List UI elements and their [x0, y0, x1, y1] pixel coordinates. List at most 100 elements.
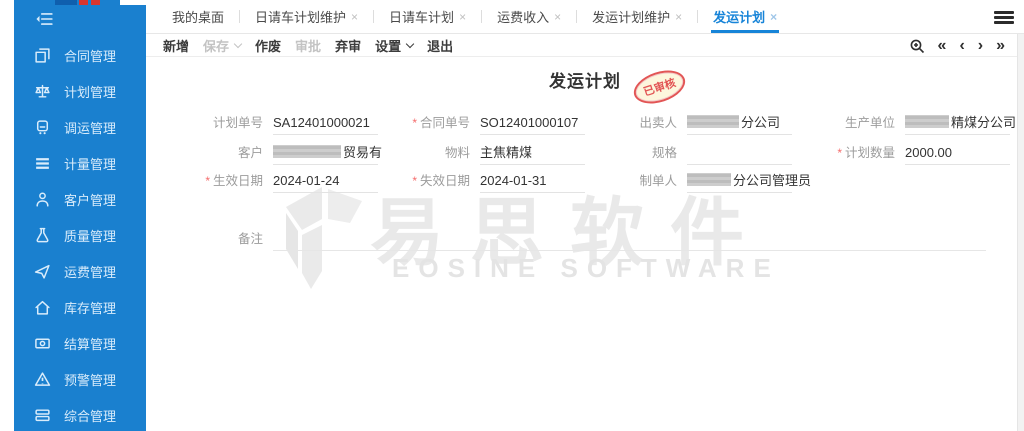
next-record-icon[interactable]: › — [978, 38, 983, 54]
redacted-text — [687, 173, 731, 186]
remark-input[interactable] — [263, 224, 1020, 254]
sidebar-item-label: 质量管理 — [64, 226, 116, 245]
required-asterisk: * — [205, 174, 210, 188]
field-label: 出卖人 — [610, 108, 677, 138]
tab-separator — [239, 10, 240, 23]
field-input[interactable]: 主焦精煤 — [470, 138, 610, 168]
field-input[interactable]: 2024-01-31 — [470, 166, 610, 196]
field-input[interactable]: 精煤分公司 — [895, 108, 1017, 138]
sidebar-item-label: 库存管理 — [64, 298, 116, 317]
tab-close-icon[interactable]: × — [459, 11, 466, 23]
tab-separator — [481, 10, 482, 23]
field-input[interactable]: 2024-01-24 — [263, 166, 380, 196]
stack-icon — [34, 407, 51, 424]
hamburger-menu-icon[interactable] — [994, 11, 1014, 24]
toolbar: 新增保存作废审批弃审设置退出 « ‹ › » — [146, 34, 1024, 57]
watermark: 易思软件 EOSINE SOFTWARE — [278, 177, 838, 357]
tab-close-icon[interactable]: × — [675, 11, 682, 23]
list-icon — [34, 155, 51, 172]
tab-label: 日请车计划维护 — [255, 7, 346, 26]
sidebar-item-dispatch[interactable]: 调运管理 — [14, 109, 146, 145]
sidebar-item-plan[interactable]: 计划管理 — [14, 73, 146, 109]
tab-close-icon[interactable]: × — [770, 11, 777, 23]
sidebar-item-contract[interactable]: 合同管理 — [14, 37, 146, 73]
tab-5[interactable]: 发运计划维护× — [590, 0, 684, 33]
field-label: *计划数量 — [790, 138, 895, 168]
home-icon — [34, 299, 51, 316]
sidebar-item-settlement[interactable]: 结算管理 — [14, 325, 146, 361]
tab-6[interactable]: 发运计划 × — [711, 0, 779, 33]
chevron-down-icon — [406, 39, 414, 47]
banknote-icon — [34, 335, 51, 352]
watermark-en-text: EOSINE SOFTWARE — [392, 253, 780, 284]
sidebar-item-inventory[interactable]: 库存管理 — [14, 289, 146, 325]
prev-record-icon[interactable]: ‹ — [959, 38, 964, 54]
chevron-down-icon — [234, 39, 242, 47]
tab-label: 运费收入 — [497, 7, 549, 26]
train-icon — [34, 119, 51, 136]
tab-close-icon[interactable]: × — [351, 11, 358, 23]
tab-2[interactable]: 日请车计划维护 × — [253, 0, 360, 33]
approve-button: 审批 — [295, 36, 321, 55]
sidebar-item-freight[interactable]: 运费管理 — [14, 253, 146, 289]
field-input[interactable]: 贸易有 — [263, 138, 380, 168]
sidebar-item-label: 计划管理 — [64, 82, 116, 101]
first-record-icon[interactable]: « — [938, 38, 947, 54]
app-window: 合同管理计划管理调运管理计量管理客户管理质量管理运费管理库存管理结算管理预警管理… — [0, 0, 1024, 431]
approved-stamp: 已审核 — [630, 65, 690, 110]
field-input[interactable]: 分公司 — [677, 108, 790, 138]
field-label-remark: 备注 — [149, 224, 263, 254]
settings-button[interactable]: 设置 — [375, 36, 413, 55]
sidebar: 合同管理计划管理调运管理计量管理客户管理质量管理运费管理库存管理结算管理预警管理… — [14, 0, 146, 431]
field-label: *失效日期 — [380, 166, 470, 196]
scale-icon — [34, 83, 51, 100]
field-input[interactable] — [677, 138, 790, 168]
sidebar-item-label: 预警管理 — [64, 370, 116, 389]
warning-icon — [34, 371, 51, 388]
contract-icon — [34, 47, 51, 64]
save-button: 保存 — [203, 36, 241, 55]
tab-separator — [373, 10, 374, 23]
sidebar-item-label: 调运管理 — [64, 118, 116, 137]
tab-3[interactable]: 日请车计划× — [387, 0, 468, 33]
tab-separator — [576, 10, 577, 23]
sidebar-item-alert[interactable]: 预警管理 — [14, 361, 146, 397]
sidebar-item-measure[interactable]: 计量管理 — [14, 145, 146, 181]
send-icon — [34, 263, 51, 280]
tab-4[interactable]: 运费收入 × — [495, 0, 563, 33]
required-asterisk: * — [837, 146, 842, 160]
field-label: *生效日期 — [149, 166, 263, 196]
sidebar-item-label: 计量管理 — [64, 154, 116, 173]
field-label: 制单人 — [610, 166, 677, 196]
collapse-menu-icon[interactable] — [34, 10, 54, 28]
tab-separator — [697, 10, 698, 23]
tab-label: 发运计划 — [713, 7, 765, 26]
required-asterisk: * — [412, 174, 417, 188]
redacted-text — [905, 115, 949, 128]
tab-bar: 我的桌面日请车计划维护×日请车计划×运费收入×发运计划维护×发运计划× — [146, 0, 1024, 34]
magnifier-plus-icon[interactable] — [909, 38, 925, 54]
sidebar-item-customer[interactable]: 客户管理 — [14, 181, 146, 217]
unapprove-button[interactable]: 弃审 — [335, 36, 361, 55]
exit-button[interactable]: 退出 — [427, 36, 453, 55]
field-label: 客户 — [149, 138, 263, 168]
field-input[interactable]: 2000.00 — [895, 138, 1017, 168]
title-row: 发运计划 已审核 — [146, 67, 1024, 99]
sidebar-item-label: 运费管理 — [64, 262, 116, 281]
tab-1[interactable]: 我的桌面 — [170, 0, 226, 33]
page-title: 发运计划 — [549, 72, 621, 91]
void-button[interactable]: 作废 — [255, 36, 281, 55]
field-input[interactable]: 分公司管理员 — [677, 166, 790, 196]
person-icon — [34, 191, 51, 208]
sidebar-item-label: 结算管理 — [64, 334, 116, 353]
field-input[interactable]: SO12401000107 — [470, 108, 610, 138]
field-input[interactable]: SA12401000021 — [263, 108, 380, 138]
field-label: 计划单号 — [149, 108, 263, 138]
sidebar-logo-strip — [14, 0, 146, 5]
sidebar-item-general[interactable]: 综合管理 — [14, 397, 146, 431]
tab-close-icon[interactable]: × — [554, 11, 561, 23]
last-record-icon[interactable]: » — [996, 38, 1005, 54]
add-button[interactable]: 新增 — [163, 36, 189, 55]
field-label: 规格 — [610, 138, 677, 168]
sidebar-item-quality[interactable]: 质量管理 — [14, 217, 146, 253]
